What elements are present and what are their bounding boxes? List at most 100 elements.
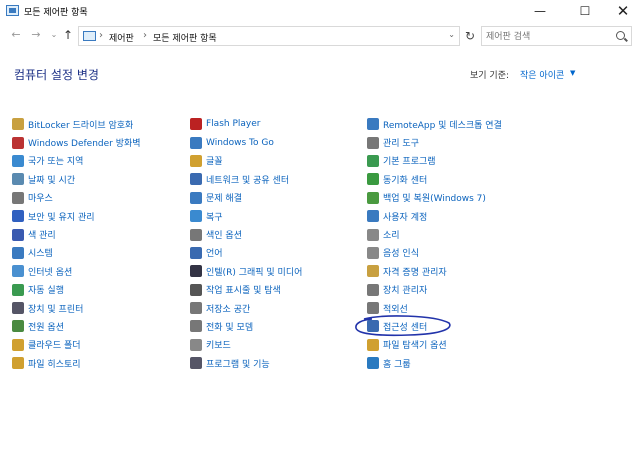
item-label: 장치 관리자 (383, 286, 428, 297)
item-label: 마우스 (28, 194, 53, 205)
default-programs-icon (367, 154, 379, 167)
control-panel-item[interactable]: 마우스 (12, 189, 192, 207)
control-panel-item[interactable]: Windows Defender 방화벽 (12, 133, 192, 151)
breadcrumb-control-panel[interactable]: 제어판 (109, 31, 134, 44)
language-icon (190, 246, 202, 259)
control-panel-item[interactable]: 기본 프로그램 (367, 152, 547, 170)
item-label: 글꼴 (206, 157, 223, 168)
taskbar-icon (190, 283, 202, 296)
control-panel-item[interactable]: 문제 해결 (190, 189, 370, 207)
firewall-icon (12, 136, 24, 149)
control-panel-item[interactable]: RemoteApp 및 데스크톱 연결 (367, 115, 547, 133)
back-button[interactable]: ← (8, 27, 24, 43)
control-panel-icon (83, 31, 96, 41)
control-panel-item[interactable]: 프로그램 및 기능 (190, 354, 370, 372)
item-label: 인텔(R) 그래픽 및 미디어 (206, 267, 303, 278)
explorer-options-icon (367, 338, 379, 351)
control-panel-item[interactable]: 복구 (190, 207, 370, 225)
item-label: 자동 실행 (28, 286, 64, 297)
control-panel-item[interactable]: 저장소 공간 (190, 299, 370, 317)
control-panel-item[interactable]: 색인 옵션 (190, 225, 370, 243)
flag-icon (12, 210, 24, 223)
item-label: 기본 프로그램 (383, 157, 436, 168)
intel-graphics-icon (190, 265, 202, 278)
control-panel-item[interactable]: 자격 증명 관리자 (367, 262, 547, 280)
window-title: 모든 제어판 항목 (24, 8, 88, 18)
page-title: 컴퓨터 설정 변경 (14, 68, 99, 82)
maximize-button[interactable]: ☐ (565, 0, 605, 22)
up-button[interactable]: ↑ (60, 27, 76, 43)
item-label: 소리 (383, 231, 400, 242)
item-label: 홈 그룹 (383, 359, 411, 370)
control-panel-item[interactable]: 파일 히스토리 (12, 354, 192, 372)
cloud-folder-icon (12, 338, 24, 351)
breadcrumb-separator[interactable]: › (143, 30, 147, 41)
address-bar[interactable]: › 제어판 › 모든 제어판 항목 ⌄ (78, 26, 460, 46)
search-input[interactable] (486, 30, 606, 43)
breadcrumb-separator[interactable]: › (99, 30, 103, 41)
control-panel-item[interactable]: 장치 및 프린터 (12, 299, 192, 317)
control-panel-item[interactable]: 작업 표시줄 및 탐색 (190, 281, 370, 299)
control-panel-item[interactable]: 클라우드 폴더 (12, 336, 192, 354)
admin-tools-icon (367, 136, 379, 149)
troubleshoot-icon (190, 191, 202, 204)
minimize-button[interactable]: — (520, 0, 560, 22)
breadcrumb-all-items[interactable]: 모든 제어판 항목 (153, 31, 217, 44)
control-panel-item[interactable]: 음성 인식 (367, 244, 547, 262)
control-panel-item[interactable]: 전원 옵션 (12, 317, 192, 335)
autoplay-icon (12, 283, 24, 296)
system-icon (12, 246, 24, 259)
control-panel-item[interactable]: 인터넷 옵션 (12, 262, 192, 280)
control-panel-item[interactable]: Windows To Go (190, 133, 370, 151)
control-panel-item[interactable]: 장치 관리자 (367, 281, 547, 299)
item-label: Windows To Go (206, 137, 274, 148)
chevron-down-icon[interactable]: ▼ (570, 69, 575, 77)
phone-modem-icon (190, 320, 202, 333)
control-panel-item[interactable]: 네트워크 및 공유 센터 (190, 170, 370, 188)
homegroup-icon (367, 357, 379, 370)
control-panel-item[interactable]: 전화 및 모뎀 (190, 317, 370, 335)
control-panel-item[interactable]: 파일 탐색기 옵션 (367, 336, 547, 354)
control-panel-item[interactable]: 인텔(R) 그래픽 및 미디어 (190, 262, 370, 280)
item-label: 색인 옵션 (206, 231, 242, 242)
control-panel-item[interactable]: 동기화 센터 (367, 170, 547, 188)
credential-icon (367, 265, 379, 278)
item-label: 키보드 (206, 341, 231, 352)
recovery-icon (190, 210, 202, 223)
region-icon (12, 154, 24, 167)
item-label: 저장소 공간 (206, 304, 251, 315)
control-panel-item[interactable]: 백업 및 복원(Windows 7) (367, 189, 547, 207)
control-panel-item[interactable]: 국가 또는 지역 (12, 152, 192, 170)
control-panel-item[interactable]: Flash Player (190, 115, 370, 133)
control-panel-item[interactable]: 언어 (190, 244, 370, 262)
backup-icon (367, 191, 379, 204)
control-panel-item[interactable]: 날짜 및 시간 (12, 170, 192, 188)
control-panel-item[interactable]: 보안 및 유지 관리 (12, 207, 192, 225)
control-panel-item[interactable]: 소리 (367, 225, 547, 243)
font-icon (190, 154, 202, 167)
forward-button[interactable]: → (28, 27, 44, 43)
control-panel-item[interactable]: 글꼴 (190, 152, 370, 170)
control-panel-item[interactable]: 자동 실행 (12, 281, 192, 299)
annotation-circle (355, 315, 451, 337)
view-by-label: 보기 기준: (470, 71, 510, 81)
bitlocker-icon (12, 118, 24, 131)
close-button[interactable]: ✕ (603, 0, 640, 22)
sound-icon (367, 228, 379, 241)
control-panel-item[interactable]: 사용자 계정 (367, 207, 547, 225)
control-panel-item[interactable]: 시스템 (12, 244, 192, 262)
search-box[interactable] (481, 26, 632, 46)
programs-icon (190, 357, 202, 370)
remoteapp-icon (367, 118, 379, 131)
control-panel-item[interactable]: 관리 도구 (367, 133, 547, 151)
refresh-button[interactable]: ↻ (462, 28, 478, 44)
address-dropdown[interactable]: ⌄ (448, 30, 455, 39)
control-panel-item[interactable]: 홈 그룹 (367, 354, 547, 372)
control-panel-item[interactable]: 키보드 (190, 336, 370, 354)
item-label: 동기화 센터 (383, 175, 428, 186)
control-panel-item[interactable]: 색 관리 (12, 225, 192, 243)
view-by-dropdown[interactable]: 작은 아이콘 (520, 68, 564, 81)
search-icon[interactable] (616, 31, 625, 40)
speech-icon (367, 246, 379, 259)
control-panel-item[interactable]: BitLocker 드라이브 암호화 (12, 115, 192, 133)
